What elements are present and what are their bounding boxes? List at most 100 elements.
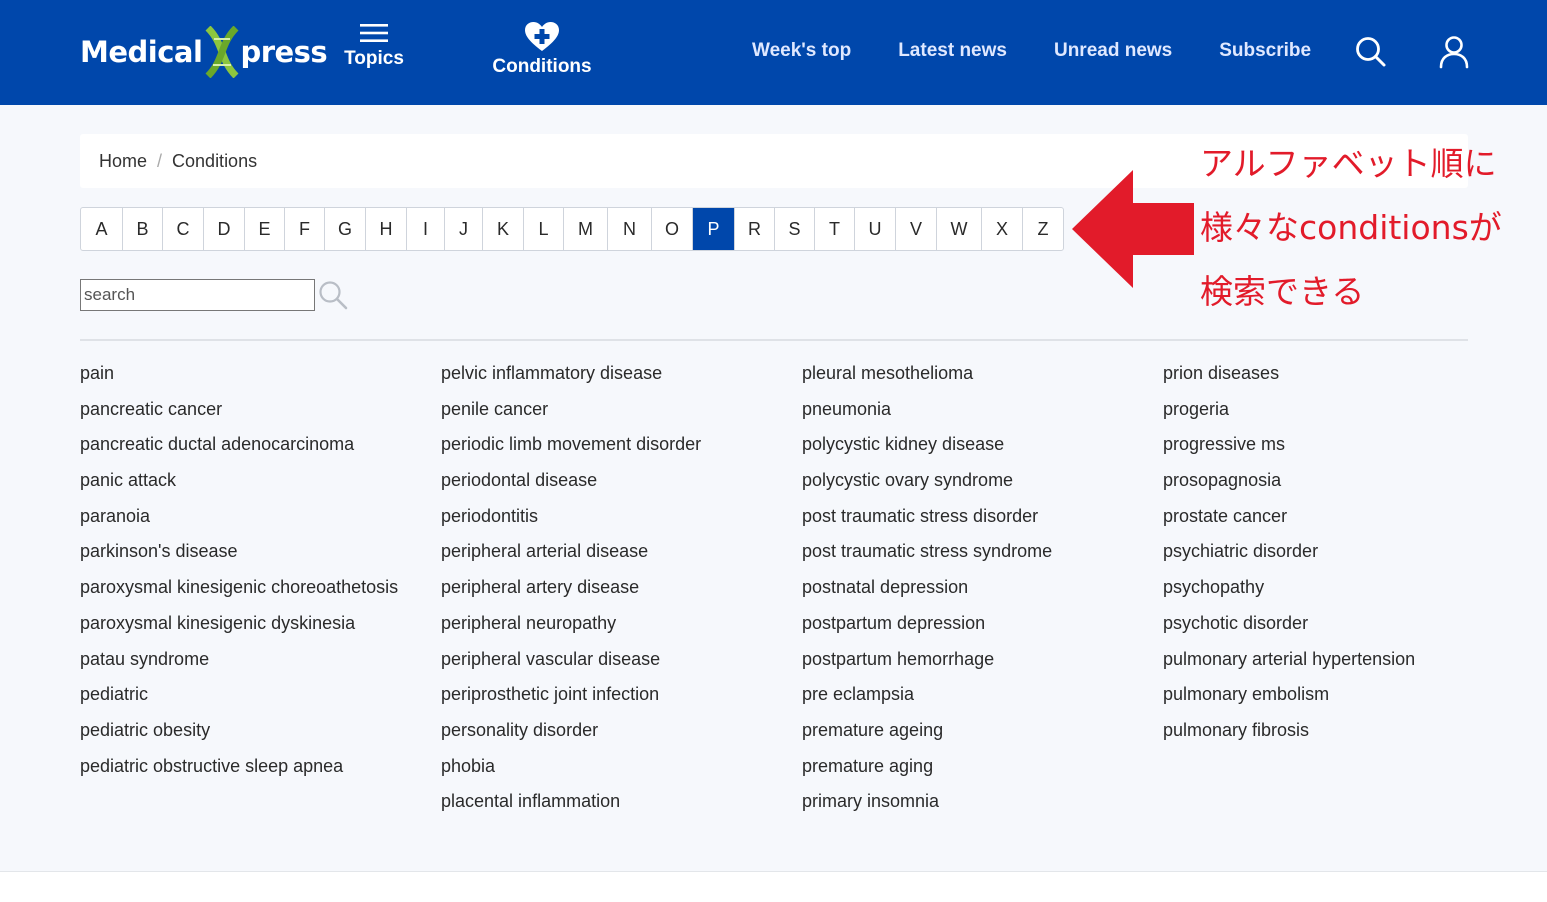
nav-topics[interactable]: Topics: [338, 22, 410, 70]
condition-link[interactable]: premature ageing: [802, 718, 1132, 743]
letter-n[interactable]: N: [608, 208, 652, 250]
letter-b[interactable]: B: [123, 208, 163, 250]
search-input[interactable]: [80, 279, 315, 311]
menu-icon: [360, 24, 388, 42]
condition-link[interactable]: postpartum hemorrhage: [802, 647, 1132, 672]
annotation-line-3: 検索できる: [1200, 272, 1365, 311]
condition-link[interactable]: phobia: [441, 754, 771, 779]
red-arrow-icon: [1072, 170, 1194, 288]
condition-link[interactable]: prosopagnosia: [1163, 468, 1493, 493]
letter-s[interactable]: S: [775, 208, 815, 250]
nav-subscribe[interactable]: Subscribe: [1219, 40, 1311, 62]
letter-j[interactable]: J: [445, 208, 483, 250]
condition-link[interactable]: pancreatic ductal adenocarcinoma: [80, 432, 410, 457]
nav-unread-news[interactable]: Unread news: [1054, 40, 1172, 62]
condition-link[interactable]: parkinson's disease: [80, 539, 410, 564]
search-icon[interactable]: [318, 280, 348, 310]
letter-x[interactable]: X: [982, 208, 1023, 250]
letter-z[interactable]: Z: [1023, 208, 1063, 250]
condition-link[interactable]: psychopathy: [1163, 575, 1493, 600]
heart-plus-icon: [525, 22, 559, 51]
letter-o[interactable]: O: [652, 208, 693, 250]
letter-m[interactable]: M: [564, 208, 608, 250]
condition-link[interactable]: patau syndrome: [80, 647, 410, 672]
nav-conditions[interactable]: Conditions: [488, 22, 596, 78]
condition-link[interactable]: pre eclampsia: [802, 682, 1132, 707]
nav-topics-label: Topics: [344, 48, 404, 69]
condition-link[interactable]: pulmonary arterial hypertension: [1163, 647, 1493, 672]
nav-latest-news[interactable]: Latest news: [898, 40, 1007, 62]
condition-link[interactable]: progeria: [1163, 397, 1493, 422]
section-divider: [80, 339, 1468, 341]
letter-e[interactable]: E: [245, 208, 285, 250]
condition-link[interactable]: pancreatic cancer: [80, 397, 410, 422]
condition-link[interactable]: penile cancer: [441, 397, 771, 422]
condition-link[interactable]: pediatric obesity: [80, 718, 410, 743]
condition-link[interactable]: periodontitis: [441, 504, 771, 529]
condition-link[interactable]: pleural mesothelioma: [802, 361, 1132, 386]
condition-link[interactable]: pediatric obstructive sleep apnea: [80, 754, 410, 779]
condition-link[interactable]: pulmonary embolism: [1163, 682, 1493, 707]
header-nav-links: Week's top Latest news Unread news Subsc…: [752, 40, 1358, 62]
condition-link[interactable]: peripheral neuropathy: [441, 611, 771, 636]
condition-link[interactable]: pain: [80, 361, 410, 386]
letter-g[interactable]: G: [325, 208, 366, 250]
letter-c[interactable]: C: [163, 208, 204, 250]
condition-link[interactable]: periodontal disease: [441, 468, 771, 493]
condition-link[interactable]: pediatric: [80, 682, 410, 707]
condition-link[interactable]: polycystic kidney disease: [802, 432, 1132, 457]
user-icon[interactable]: [1438, 35, 1470, 69]
condition-link[interactable]: premature aging: [802, 754, 1132, 779]
condition-link[interactable]: post traumatic stress disorder: [802, 504, 1132, 529]
letter-a[interactable]: A: [81, 208, 123, 250]
search-icon[interactable]: [1355, 36, 1387, 68]
letter-l[interactable]: L: [524, 208, 564, 250]
condition-link[interactable]: pelvic inflammatory disease: [441, 361, 771, 386]
condition-link[interactable]: periodic limb movement disorder: [441, 432, 771, 457]
condition-link[interactable]: peripheral arterial disease: [441, 539, 771, 564]
site-logo[interactable]: Medical press: [80, 26, 328, 78]
letter-k[interactable]: K: [483, 208, 524, 250]
condition-link[interactable]: progressive ms: [1163, 432, 1493, 457]
letter-u[interactable]: U: [855, 208, 896, 250]
alphabet-filter: ABCDEFGHIJKLMNOPRSTUVWXZ: [80, 207, 1064, 251]
letter-d[interactable]: D: [204, 208, 245, 250]
condition-link[interactable]: pneumonia: [802, 397, 1132, 422]
logo-text-medical: Medical: [80, 35, 203, 69]
condition-link[interactable]: postnatal depression: [802, 575, 1132, 600]
condition-link[interactable]: post traumatic stress syndrome: [802, 539, 1132, 564]
condition-link[interactable]: periprosthetic joint infection: [441, 682, 771, 707]
condition-link[interactable]: panic attack: [80, 468, 410, 493]
condition-link[interactable]: psychiatric disorder: [1163, 539, 1493, 564]
conditions-column-3: pleural mesothelioma pneumonia polycystic …: [802, 361, 1132, 825]
breadcrumb-separator: /: [157, 150, 163, 171]
letter-t[interactable]: T: [815, 208, 855, 250]
condition-link[interactable]: polycystic ovary syndrome: [802, 468, 1132, 493]
letter-f[interactable]: F: [285, 208, 325, 250]
condition-link[interactable]: paroxysmal kinesigenic dyskinesia: [80, 611, 410, 636]
condition-link[interactable]: peripheral vascular disease: [441, 647, 771, 672]
condition-link[interactable]: psychotic disorder: [1163, 611, 1493, 636]
footer-strip: [0, 871, 1547, 902]
conditions-column-1: pain pancreatic cancer pancreatic ductal a…: [80, 361, 410, 789]
breadcrumb-current: Conditions: [172, 150, 258, 171]
annotation-text: アルファベット順に 様々なconditionsが 検索できる: [1200, 132, 1540, 324]
condition-link[interactable]: primary insomnia: [802, 789, 1132, 814]
condition-link[interactable]: paranoia: [80, 504, 410, 529]
condition-link[interactable]: personality disorder: [441, 718, 771, 743]
condition-link[interactable]: prion diseases: [1163, 361, 1493, 386]
nav-weeks-top[interactable]: Week's top: [752, 40, 851, 62]
letter-h[interactable]: H: [366, 208, 407, 250]
condition-link[interactable]: pulmonary fibrosis: [1163, 718, 1493, 743]
letter-w[interactable]: W: [937, 208, 982, 250]
letter-p[interactable]: P: [693, 208, 735, 250]
condition-link[interactable]: placental inflammation: [441, 789, 771, 814]
condition-link[interactable]: peripheral artery disease: [441, 575, 771, 600]
letter-r[interactable]: R: [735, 208, 775, 250]
letter-v[interactable]: V: [896, 208, 937, 250]
breadcrumb-home[interactable]: Home: [99, 151, 147, 172]
condition-link[interactable]: prostate cancer: [1163, 504, 1493, 529]
condition-link[interactable]: postpartum depression: [802, 611, 1132, 636]
letter-i[interactable]: I: [407, 208, 445, 250]
condition-link[interactable]: paroxysmal kinesigenic choreoathetosis: [80, 575, 410, 600]
